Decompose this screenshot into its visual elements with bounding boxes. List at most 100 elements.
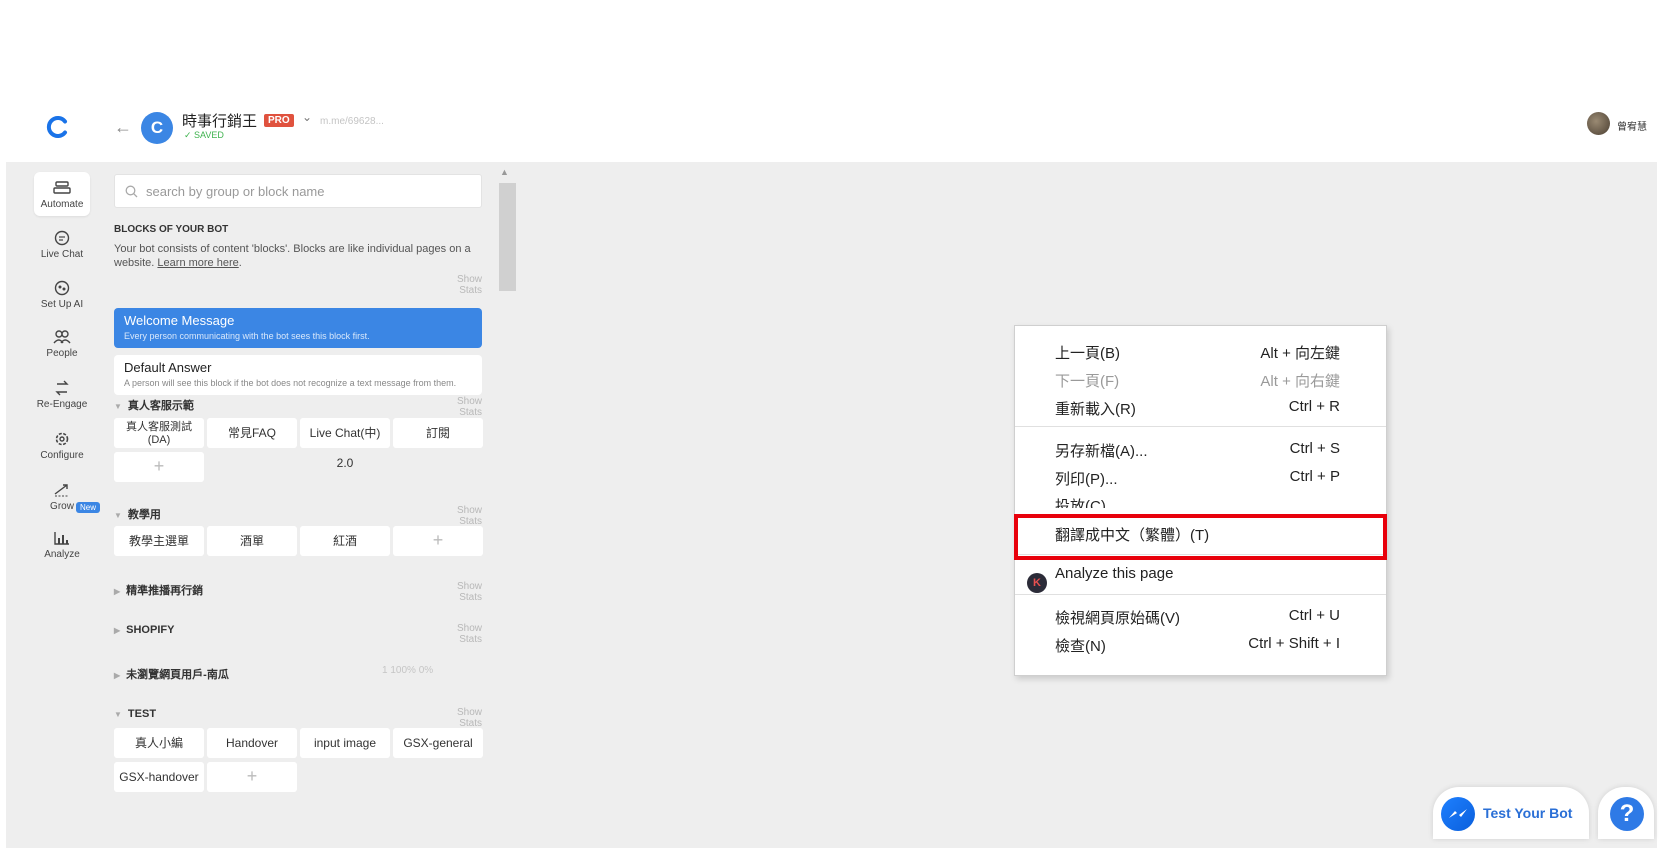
group-header[interactable]: ▼ TEST bbox=[114, 708, 156, 720]
highlight-box bbox=[1014, 514, 1387, 560]
block-chip[interactable]: input image bbox=[300, 728, 390, 758]
triangle-down-icon: ▼ bbox=[114, 511, 122, 520]
nav-automate[interactable]: Automate bbox=[34, 172, 90, 216]
nav-configure-label: Configure bbox=[40, 450, 84, 461]
search-placeholder: search by group or block name bbox=[146, 184, 325, 199]
group-header[interactable]: ▶ SHOPIFY bbox=[114, 624, 174, 636]
default-answer-block[interactable]: Default Answer A person will see this bl… bbox=[114, 355, 482, 395]
menu-shortcut: Ctrl + P bbox=[1289, 468, 1340, 485]
block-chip[interactable]: 真人小編 bbox=[114, 728, 204, 758]
show-stats-link[interactable]: Show Stats bbox=[432, 707, 482, 729]
menu-item-inspect[interactable]: 檢查(N) bbox=[1055, 635, 1106, 656]
chevron-down-icon[interactable]: ⌄ bbox=[302, 110, 312, 124]
welcome-message-block[interactable]: Welcome Message Every person communicati… bbox=[114, 308, 482, 348]
block-chip[interactable]: Live Chat(中) 2.0 bbox=[300, 418, 390, 470]
description-period: . bbox=[238, 257, 242, 269]
bot-avatar[interactable]: C bbox=[141, 112, 173, 144]
show-stats-link[interactable]: Show Stats bbox=[432, 505, 482, 527]
group-title: 未瀏覽網頁用戶-南瓜 bbox=[126, 669, 229, 681]
menu-item-forward[interactable]: 下一頁(F) bbox=[1055, 370, 1119, 391]
menu-divider bbox=[1015, 426, 1386, 427]
bot-name[interactable]: 時事行銷王 bbox=[182, 110, 257, 131]
nav-live-chat[interactable]: Live Chat bbox=[34, 230, 90, 260]
menu-item-reload[interactable]: 重新載入(R) bbox=[1055, 398, 1136, 419]
group-header[interactable]: ▼ 教學用 bbox=[114, 506, 161, 522]
help-button[interactable]: ? bbox=[1598, 787, 1654, 839]
app-root: ← C 時事行銷王 PRO ⌄ m.me/69628... ✓ SAVED 曾宥… bbox=[0, 0, 1663, 848]
people-icon bbox=[53, 330, 71, 344]
show-stats-link[interactable]: Show Stats bbox=[432, 274, 482, 296]
nav-re-engage-label: Re-Engage bbox=[36, 399, 88, 410]
group-title: 教學用 bbox=[127, 509, 161, 521]
test-your-bot-button[interactable]: Test Your Bot bbox=[1433, 787, 1589, 839]
scrollbar-thumb[interactable] bbox=[499, 183, 516, 291]
nav-people[interactable]: People bbox=[34, 329, 90, 359]
group-title: 精準推播再行銷 bbox=[126, 585, 204, 597]
menu-item-analyze-page[interactable]: Analyze this page bbox=[1055, 565, 1173, 582]
menu-shortcut: Ctrl + Shift + I bbox=[1248, 635, 1340, 652]
check-icon: ✓ bbox=[184, 130, 195, 140]
block-chip[interactable]: 常見FAQ bbox=[207, 418, 297, 448]
block-chip[interactable]: GSX-handover bbox=[114, 762, 204, 792]
nav-re-engage[interactable]: Re-Engage bbox=[34, 380, 90, 410]
group-header[interactable]: ▶ 未瀏覽網頁用戶-南瓜 bbox=[114, 666, 229, 682]
extension-k-icon: K bbox=[1027, 573, 1047, 593]
show-stats-link[interactable]: Show Stats bbox=[432, 396, 482, 418]
nav-analyze[interactable]: Analyze bbox=[34, 530, 90, 560]
block-chip[interactable]: 訂閱 bbox=[393, 418, 483, 448]
search-input[interactable]: search by group or block name bbox=[114, 174, 482, 208]
block-chip[interactable]: 紅酒 bbox=[300, 526, 390, 556]
pro-badge: PRO bbox=[264, 114, 294, 127]
block-chip[interactable]: GSX-general bbox=[393, 728, 483, 758]
user-avatar[interactable] bbox=[1587, 112, 1610, 135]
menu-item-view-source[interactable]: 檢視網頁原始碼(V) bbox=[1055, 607, 1180, 628]
test-your-bot-label: Test Your Bot bbox=[1483, 805, 1573, 821]
learn-more-link[interactable]: Learn more here bbox=[157, 257, 238, 269]
show-stats-link[interactable]: Show Stats bbox=[432, 623, 482, 645]
scroll-up-arrow-icon[interactable]: ▲ bbox=[500, 167, 509, 177]
add-block-button[interactable]: + bbox=[393, 526, 483, 556]
question-mark-icon: ? bbox=[1610, 797, 1644, 831]
chip-label: 真人客服測試 (DA) bbox=[126, 421, 192, 446]
group-title: TEST bbox=[127, 708, 157, 720]
default-answer-title: Default Answer bbox=[124, 360, 212, 375]
nav-live-chat-label: Live Chat bbox=[40, 249, 84, 260]
grow-icon bbox=[54, 484, 69, 497]
group-title: 真人客服示範 bbox=[127, 400, 194, 412]
nav-configure[interactable]: Configure bbox=[34, 431, 90, 461]
analyze-icon bbox=[54, 532, 69, 545]
block-chip[interactable]: Handover bbox=[207, 728, 297, 758]
show-stats-link[interactable]: Show Stats bbox=[432, 581, 482, 603]
bot-url[interactable]: m.me/69628... bbox=[320, 116, 384, 127]
user-name[interactable]: 曾宥慧 bbox=[1617, 118, 1647, 133]
new-badge: New bbox=[76, 502, 101, 513]
menu-item-save-as[interactable]: 另存新檔(A)... bbox=[1055, 440, 1148, 461]
blocks-panel: search by group or block name BLOCKS OF … bbox=[112, 162, 499, 848]
menu-shortcut: Ctrl + U bbox=[1288, 607, 1340, 624]
triangle-right-icon: ▶ bbox=[114, 626, 121, 635]
menu-item-cast[interactable]: 投放(C)... bbox=[1055, 495, 1118, 508]
menu-item-print[interactable]: 列印(P)... bbox=[1055, 468, 1118, 489]
group-header[interactable]: ▶ 精準推播再行銷 bbox=[114, 582, 203, 598]
add-block-button[interactable]: + bbox=[207, 762, 297, 792]
block-chip[interactable]: 真人客服測試 (DA) bbox=[114, 418, 204, 448]
block-chip[interactable]: 酒單 bbox=[207, 526, 297, 556]
add-block-button[interactable]: + bbox=[114, 452, 204, 482]
saved-label: SAVED bbox=[194, 130, 224, 140]
re-engage-icon bbox=[55, 380, 69, 396]
live-chat-icon bbox=[54, 230, 70, 246]
menu-shortcut: Alt + 向右鍵 bbox=[1260, 373, 1340, 390]
menu-item-back[interactable]: 上一頁(B) bbox=[1055, 342, 1120, 363]
chatfuel-logo-icon[interactable] bbox=[46, 115, 70, 139]
triangle-down-icon: ▼ bbox=[114, 402, 122, 411]
messenger-icon bbox=[1441, 797, 1475, 831]
triangle-right-icon: ▶ bbox=[114, 671, 121, 680]
nav-people-label: People bbox=[46, 348, 78, 359]
back-arrow-icon[interactable]: ← bbox=[114, 117, 132, 138]
welcome-title: Welcome Message bbox=[124, 313, 235, 328]
group-stats: 1 100% 0% bbox=[382, 665, 434, 676]
top-header: ← C 時事行銷王 PRO ⌄ m.me/69628... ✓ SAVED 曾宥… bbox=[0, 105, 1663, 162]
group-header[interactable]: ▼ 真人客服示範 bbox=[114, 397, 194, 413]
nav-set-up-ai[interactable]: Set Up AI bbox=[34, 280, 90, 310]
block-chip[interactable]: 教學主選單 bbox=[114, 526, 204, 556]
